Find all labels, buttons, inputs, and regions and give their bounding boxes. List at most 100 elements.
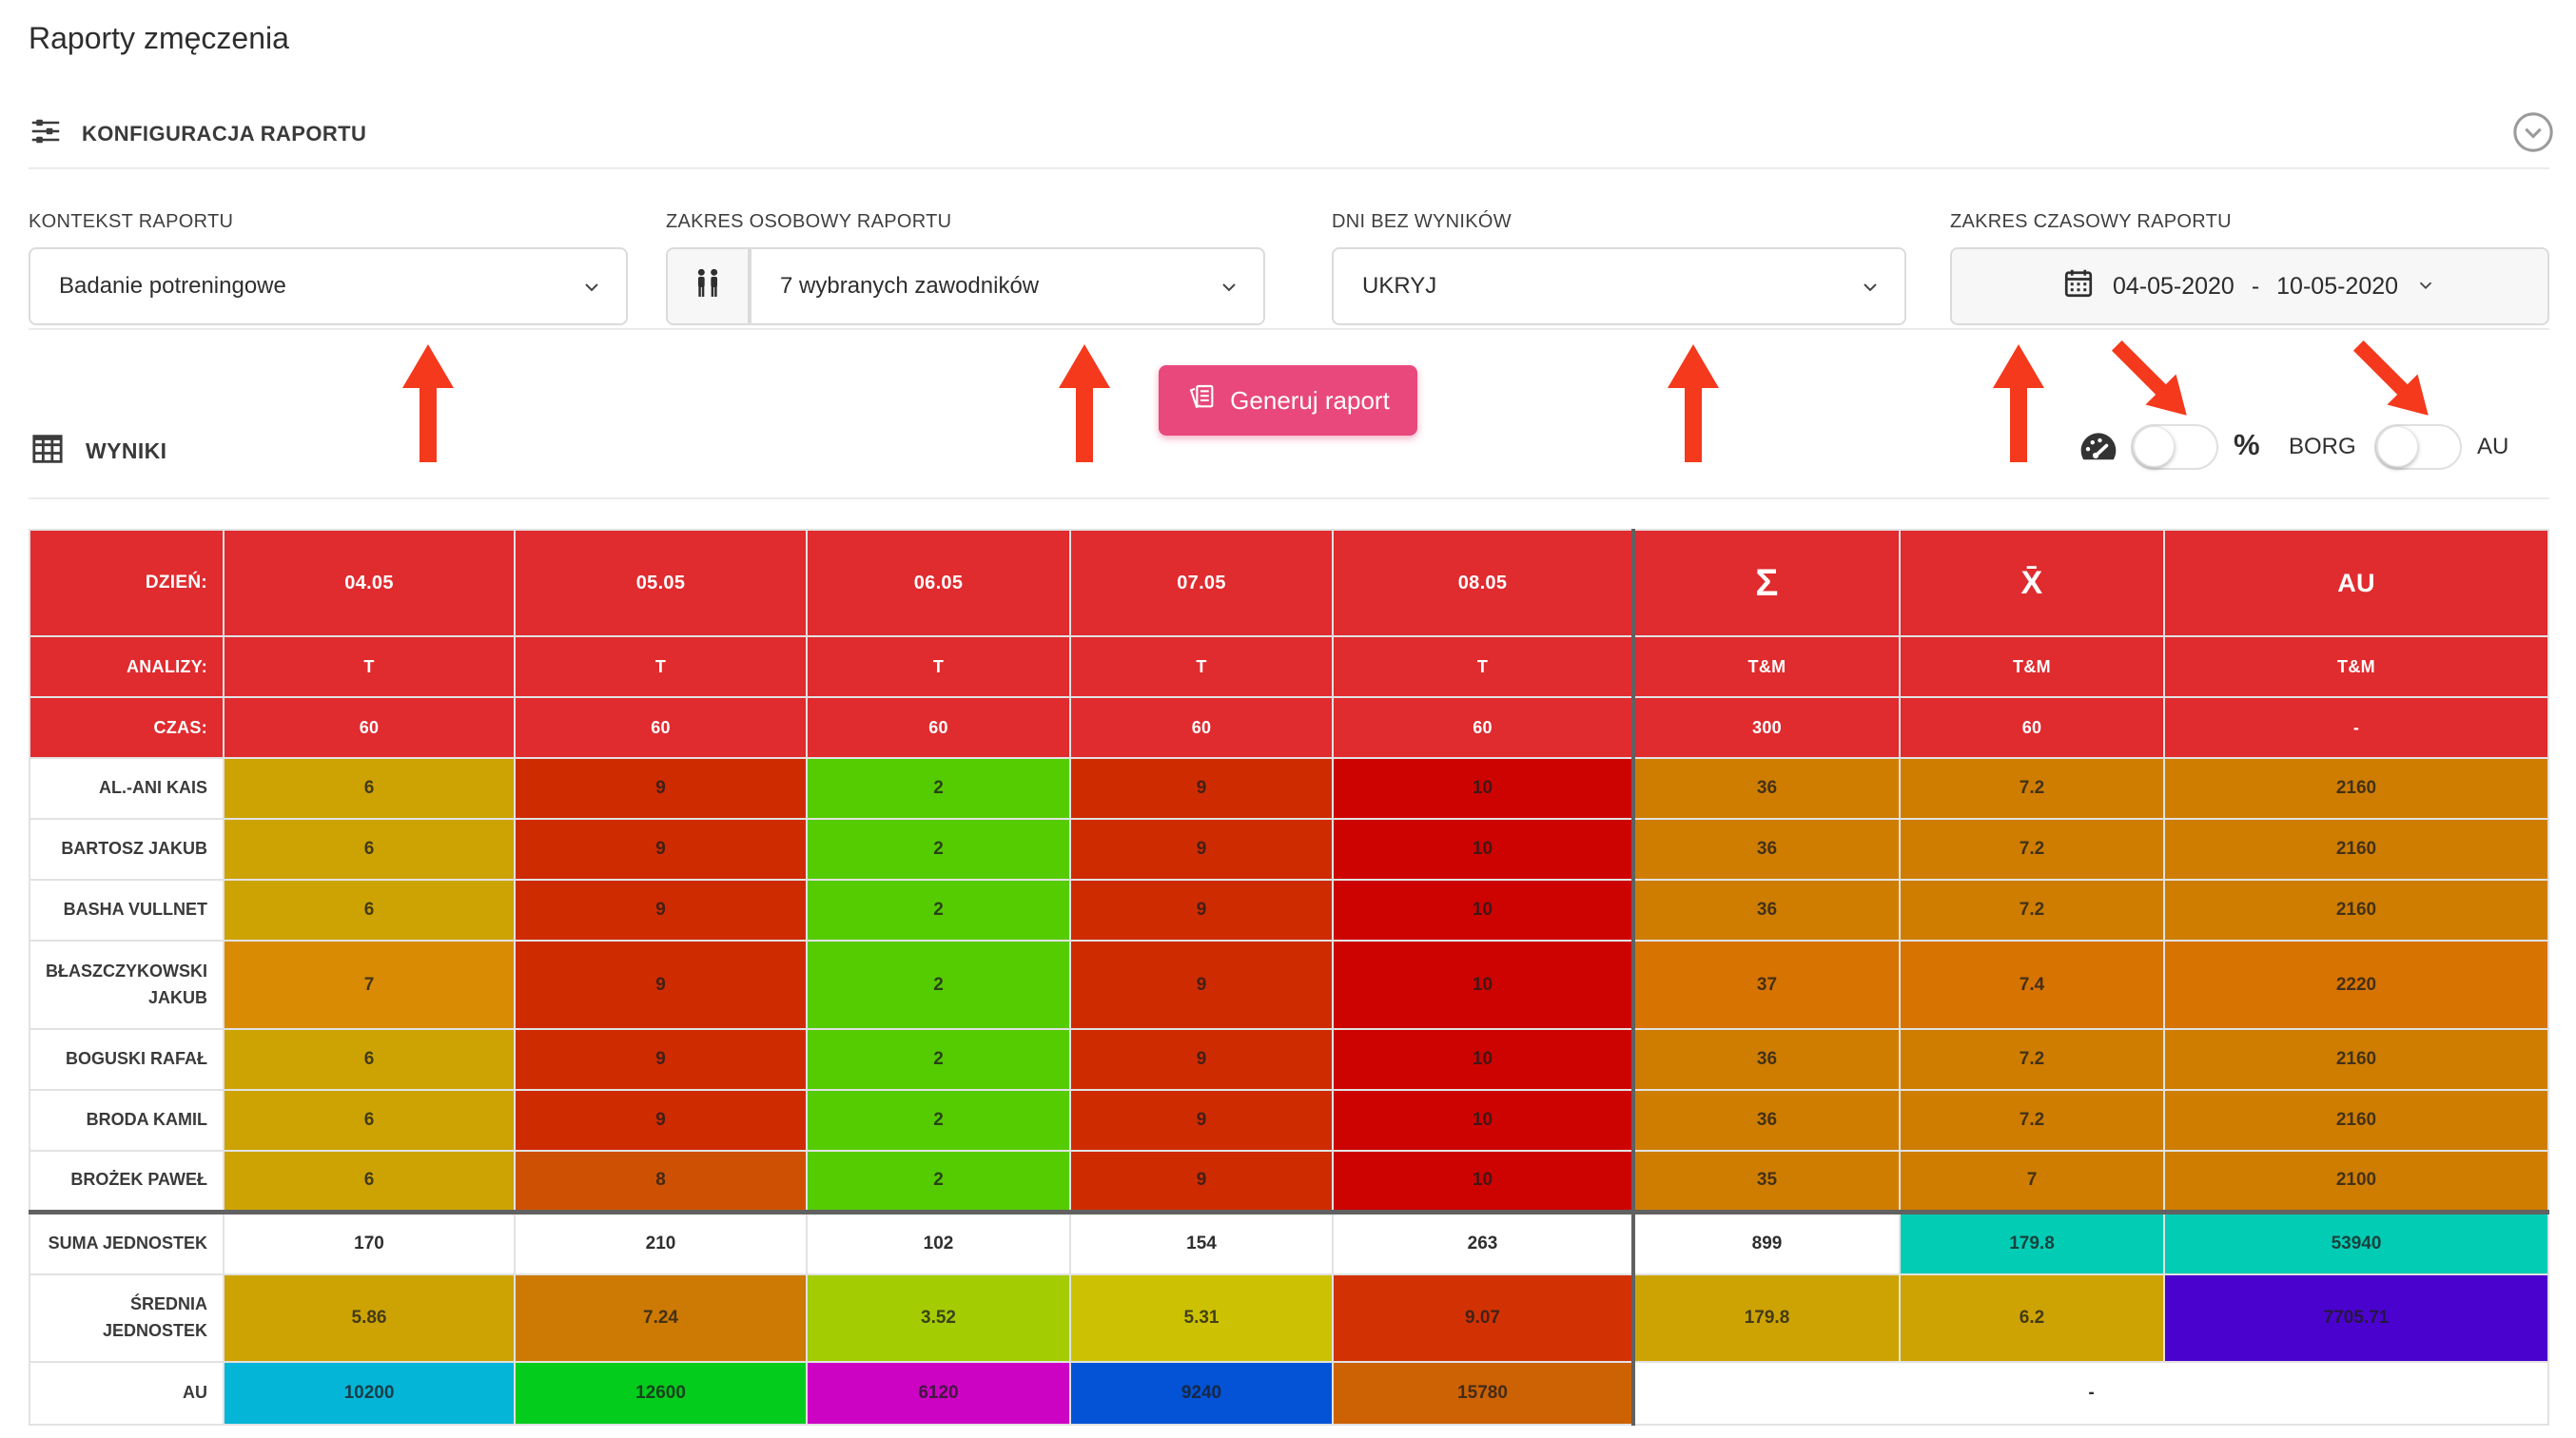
column-header-sum: Σ xyxy=(1633,530,1900,636)
summary-row-label: SUMA JEDNOSTEK xyxy=(29,1212,224,1274)
table-grid-icon xyxy=(29,430,67,473)
date-from: 04-05-2020 xyxy=(2113,273,2234,301)
generate-report-label: Generuj raport xyxy=(1230,386,1390,416)
value-cell: 9 xyxy=(1070,1029,1333,1090)
value-cell: 6 xyxy=(224,1029,515,1090)
date-range-picker[interactable]: 04-05-2020 - 10-05-2020 xyxy=(1950,247,2549,325)
config-section-header: KONFIGURACJA RAPORTU xyxy=(29,114,366,153)
sliders-icon xyxy=(29,114,63,153)
chevron-down-circle-icon xyxy=(2511,142,2555,158)
results-table: DZIEŃ:04.0505.0506.0507.0508.05ΣX̄AUANAL… xyxy=(29,529,2549,1426)
value-cell: 7.4 xyxy=(1900,941,2164,1029)
czas-cell: 60 xyxy=(807,697,1070,758)
value-cell: 9240 xyxy=(1070,1362,1333,1425)
results-section-title: WYNIKI xyxy=(86,438,166,464)
value-cell: 2160 xyxy=(2164,880,2548,941)
value-cell: 9 xyxy=(1070,1151,1333,1212)
value-cell: 2 xyxy=(807,1151,1070,1212)
color-scale-percent-toggle[interactable] xyxy=(2131,424,2218,470)
value-cell: 170 xyxy=(224,1212,515,1274)
red-arrow-annotation xyxy=(1990,344,2047,462)
value-cell: 2 xyxy=(807,758,1070,819)
page-title: Raporty zmęczenia xyxy=(29,21,289,56)
value-cell: 53940 xyxy=(2164,1212,2548,1274)
value-cell: 9 xyxy=(1070,819,1333,880)
field-dni-bez-wynikow: DNI BEZ WYNIKÓW UKRYJ xyxy=(1332,211,1512,233)
value-cell: 7.2 xyxy=(1900,1029,2164,1090)
value-cell: 6 xyxy=(224,1151,515,1212)
value-cell: 35 xyxy=(1633,1151,1900,1212)
select-value: UKRYJ xyxy=(1362,273,1436,300)
value-cell: 9 xyxy=(515,819,807,880)
value-cell: 15780 xyxy=(1333,1362,1633,1425)
value-cell: 2100 xyxy=(2164,1151,2548,1212)
value-cell: - xyxy=(1633,1362,2548,1425)
value-cell: 2 xyxy=(807,941,1070,1029)
value-cell: 7705.71 xyxy=(2164,1274,2548,1362)
value-cell: 6 xyxy=(224,880,515,941)
value-cell: 12600 xyxy=(515,1362,807,1425)
analizy-cell: T xyxy=(1333,636,1633,697)
generate-report-button[interactable]: Generuj raport xyxy=(1159,365,1417,436)
column-header-mean: X̄ xyxy=(1900,530,2164,636)
value-cell: 2160 xyxy=(2164,819,2548,880)
value-cell: 36 xyxy=(1633,819,1900,880)
value-cell: 9 xyxy=(515,880,807,941)
value-cell: 2 xyxy=(807,1090,1070,1151)
value-cell: 9.07 xyxy=(1333,1274,1633,1362)
two-people-icon xyxy=(689,265,727,308)
column-header-au: AU xyxy=(2164,530,2548,636)
value-cell: 36 xyxy=(1633,758,1900,819)
value-cell: 36 xyxy=(1633,1090,1900,1151)
value-cell: 36 xyxy=(1633,880,1900,941)
analizy-cell: T xyxy=(515,636,807,697)
value-cell: 9 xyxy=(515,1090,807,1151)
value-cell: 9 xyxy=(515,1029,807,1090)
chevron-down-icon xyxy=(2415,275,2438,298)
value-cell: 5.31 xyxy=(1070,1274,1333,1362)
athlete-name: BOGUSKI RAFAŁ xyxy=(29,1029,224,1090)
collapse-config-button[interactable] xyxy=(2511,110,2555,154)
chevron-down-icon xyxy=(1859,276,1882,299)
dni-bez-wynikow-select[interactable]: UKRYJ xyxy=(1332,247,1906,325)
athlete-name: BROŻEK PAWEŁ xyxy=(29,1151,224,1212)
analizy-cell: T&M xyxy=(1900,636,2164,697)
field-label: DNI BEZ WYNIKÓW xyxy=(1332,211,1512,233)
czas-cell: - xyxy=(2164,697,2548,758)
value-cell: 6.2 xyxy=(1900,1274,2164,1362)
borg-au-toggle[interactable] xyxy=(2374,424,2462,470)
value-cell: 2 xyxy=(807,880,1070,941)
value-cell: 5.86 xyxy=(224,1274,515,1362)
athlete-name: BARTOSZ JAKUB xyxy=(29,819,224,880)
czas-cell: 60 xyxy=(515,697,807,758)
field-label: KONTEKST RAPORTU xyxy=(29,211,233,233)
athlete-name: BASHA VULLNET xyxy=(29,880,224,941)
field-label: ZAKRES CZASOWY RAPORTU xyxy=(1950,211,2232,233)
column-header-day: 05.05 xyxy=(515,530,807,636)
red-arrow-annotation xyxy=(1056,344,1113,462)
value-cell: 10 xyxy=(1333,1029,1633,1090)
zakres-osobowy-select[interactable]: 7 wybranych zawodników xyxy=(750,247,1265,325)
value-cell: 37 xyxy=(1633,941,1900,1029)
value-cell: 6 xyxy=(224,819,515,880)
divider xyxy=(29,328,2549,330)
athletes-icon-box xyxy=(666,247,750,325)
value-cell: 7.2 xyxy=(1900,1090,2164,1151)
value-cell: 10 xyxy=(1333,880,1633,941)
kontekst-raportu-select[interactable]: Badanie potreningowe xyxy=(29,247,628,325)
select-value: 7 wybranych zawodników xyxy=(780,273,1039,300)
value-cell: 6120 xyxy=(807,1362,1070,1425)
czas-cell: 60 xyxy=(1333,697,1633,758)
date-separator: - xyxy=(2252,273,2259,301)
divider xyxy=(29,167,2549,169)
analizy-cell: T xyxy=(224,636,515,697)
analizy-cell: T xyxy=(807,636,1070,697)
value-cell: 7.24 xyxy=(515,1274,807,1362)
field-label: ZAKRES OSOBOWY RAPORTU xyxy=(666,211,951,233)
red-arrow-annotation xyxy=(2097,325,2207,436)
value-cell: 179.8 xyxy=(1900,1212,2164,1274)
value-cell: 2160 xyxy=(2164,1090,2548,1151)
select-value: Badanie potreningowe xyxy=(59,273,286,300)
value-cell: 8 xyxy=(515,1151,807,1212)
value-cell: 6 xyxy=(224,758,515,819)
